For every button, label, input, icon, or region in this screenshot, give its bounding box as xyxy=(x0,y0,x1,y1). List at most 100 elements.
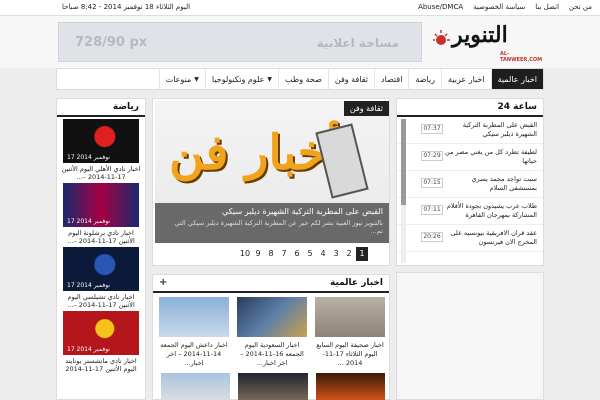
sports-date: 17 نوفمبر 2014 xyxy=(67,346,110,353)
news-time: 07:11 xyxy=(421,205,443,215)
sports-date: 17 نوفمبر 2014 xyxy=(67,282,110,289)
list-item[interactable]: 07:29 لطيفة تطرد كل من يغني مصر من حياته… xyxy=(397,144,543,171)
news-thumbnail[interactable] xyxy=(315,297,385,337)
news-title[interactable]: طلاب عرب يشيدون بجودة الأفلام المشاركة ب… xyxy=(445,202,537,220)
world-news-cards-row2 xyxy=(161,373,385,400)
main-nav: اخبار عالمية اخبار عربية رياضة اقتصاد ثق… xyxy=(56,68,544,90)
news-title[interactable]: لطيفة تطرد كل من يغني مصر من حياتها xyxy=(445,148,537,166)
slide-caption: القبض على المطربة التركية الشهيرة ديلبر … xyxy=(155,203,389,243)
page-5[interactable]: 5 xyxy=(304,247,316,261)
logo-text: التنوير xyxy=(452,22,508,48)
list-item[interactable]: 07:37 القبض على المطربة التركية الشهيرة … xyxy=(397,117,543,144)
news-time: 07:37 xyxy=(421,124,443,134)
sports-header: رياضة xyxy=(57,99,145,117)
chevron-down-icon: ▼ xyxy=(194,75,199,83)
dmca-link[interactable]: Abuse/DMCA xyxy=(418,3,463,11)
page-4[interactable]: 4 xyxy=(317,247,329,261)
nav-item-science-label: علوم وتكنولوجيا xyxy=(211,74,265,84)
news-title[interactable]: القبض على المطربة التركية الشهيرة ديلبر … xyxy=(445,121,537,139)
ad-label: مساحة اعلانية xyxy=(316,36,399,50)
news-thumbnail[interactable] xyxy=(237,297,307,337)
news-title[interactable]: عقد قران الافريقية بيونسيه على المخرج ال… xyxy=(445,229,538,247)
news-card[interactable]: اخبار السعودية اليوم الجمعه 16-11-2014 –… xyxy=(237,297,307,368)
sports-item[interactable]: 17 نوفمبر 2014 اخبار نادي الأهلي اليوم ا… xyxy=(61,119,141,181)
ad-banner[interactable]: 728/90 px مساحة اعلانية xyxy=(58,22,422,62)
nav-item-arab[interactable]: اخبار عربية xyxy=(441,69,491,89)
sports-date: 17 نوفمبر 2014 xyxy=(67,154,110,161)
world-news-cards: اخبار صحيفة اليوم السابع اليوم الثلاثاء … xyxy=(159,297,385,368)
latest-news-header: 24 ساعة xyxy=(397,99,543,117)
nav-item-misc-label: منوعات xyxy=(165,74,192,84)
latest-news-title: 24 ساعة xyxy=(497,102,537,112)
sports-item-title[interactable]: اخبار نادي الأهلي اليوم الأثنين 17-11-20… xyxy=(61,165,141,181)
nav-item-culture[interactable]: ثقافة وفن xyxy=(327,69,374,89)
newspaper-icon xyxy=(315,123,369,199)
list-item[interactable]: 07:11 طلاب عرب يشيدون بجودة الأفلام المش… xyxy=(397,198,543,225)
world-news-header: اخبار عالمية + xyxy=(153,275,389,293)
page-10[interactable]: 10 xyxy=(239,247,251,261)
news-time: 07:29 xyxy=(421,151,443,161)
contact-link[interactable]: اتصل بنا xyxy=(535,3,559,11)
list-item[interactable]: 20:26 عقد قران الافريقية بيونسيه على الم… xyxy=(397,225,543,252)
world-news-title: اخبار عالمية xyxy=(329,278,383,288)
news-card-title[interactable]: اخبار السعودية اليوم الجمعه 16-11-2014 –… xyxy=(237,341,307,368)
news-scrollbar[interactable] xyxy=(401,119,406,263)
plus-icon[interactable]: + xyxy=(159,277,167,288)
chelsea-logo-image[interactable]: 17 نوفمبر 2014 xyxy=(63,247,139,291)
slider-pagination: 1 2 3 4 5 6 7 8 9 10 xyxy=(239,247,368,261)
sports-item[interactable]: 17 نوفمبر 2014 اخبار نادي برشلونة اليوم … xyxy=(61,183,141,245)
sports-item[interactable]: 17 نوفمبر 2014 اخبار نادي مانشستر يونايت… xyxy=(61,311,141,373)
news-thumbnail[interactable] xyxy=(161,373,231,400)
page-1[interactable]: 1 xyxy=(356,247,368,261)
top-links: من نحن اتصل بنا سياسة الخصوصية Abuse/DMC… xyxy=(418,3,592,11)
news-title[interactable]: سبت تواجد محمد يسري بمستشفى السلام xyxy=(445,175,537,193)
world-news-panel: اخبار عالمية + اخبار صحيفة اليوم السابع … xyxy=(152,274,390,400)
top-bar: اليوم الثلاثاء 18 نوفمبر 2014 - 8:42 صبا… xyxy=(0,0,600,16)
page-8[interactable]: 8 xyxy=(265,247,277,261)
news-thumbnail[interactable] xyxy=(159,297,229,337)
nav-item-misc[interactable]: منوعات ▼ xyxy=(158,69,205,89)
site-logo[interactable]: التنوير AL-TANWEER.COM xyxy=(430,22,543,64)
sports-title: رياضة xyxy=(112,102,139,112)
nav-item-health[interactable]: صحة وطب xyxy=(278,69,328,89)
chevron-down-icon: ▼ xyxy=(267,75,272,83)
page-3[interactable]: 3 xyxy=(330,247,342,261)
sports-date: 17 نوفمبر 2014 xyxy=(67,218,110,225)
slide-excerpt: بالتنوير نيوز العبية نشر لكم خبر عن المط… xyxy=(174,219,383,235)
sports-item-title[interactable]: اخبار نادي تشيلسي اليوم الأثنين 17-11-20… xyxy=(61,293,141,309)
scrollbar-thumb[interactable] xyxy=(401,119,406,205)
news-thumbnail[interactable] xyxy=(238,373,308,400)
news-time: 20:26 xyxy=(421,232,443,242)
news-card[interactable]: اخبار صحيفة اليوم السابع اليوم الثلاثاء … xyxy=(315,297,385,368)
slide-headline[interactable]: القبض على المطربة التركية الشهيرة ديلبر … xyxy=(161,207,383,216)
logo-domain: AL-TANWEER.COM xyxy=(500,51,543,63)
barcelona-logo-image[interactable]: 17 نوفمبر 2014 xyxy=(63,183,139,227)
nav-item-science[interactable]: علوم وتكنولوجيا ▼ xyxy=(204,69,278,89)
man-united-logo-image[interactable]: 17 نوفمبر 2014 xyxy=(63,311,139,355)
news-card-title[interactable]: اخبار داعش اليوم الجمعه 14-11-2014 – اخر… xyxy=(159,341,229,368)
sports-item-title[interactable]: اخبار نادي برشلونة اليوم الأثنين 17-11-2… xyxy=(61,229,141,245)
nav-item-economy[interactable]: اقتصاد xyxy=(374,69,408,89)
nav-item-sports[interactable]: رياضة xyxy=(408,69,441,89)
privacy-link[interactable]: سياسة الخصوصية xyxy=(473,3,525,11)
slide-category[interactable]: ثقافة وفن xyxy=(343,101,389,116)
al-ahly-logo-image[interactable]: 17 نوفمبر 2014 xyxy=(63,119,139,163)
news-card[interactable]: اخبار داعش اليوم الجمعه 14-11-2014 – اخر… xyxy=(159,297,229,368)
site-header: 728/90 px مساحة اعلانية التنوير AL-TANWE… xyxy=(0,16,600,68)
current-date: اليوم الثلاثاء 18 نوفمبر 2014 - 8:42 صبا… xyxy=(62,3,191,11)
sports-item-title[interactable]: اخبار نادي مانشستر يونايتد اليوم الأثنين… xyxy=(61,357,141,373)
news-thumbnail[interactable] xyxy=(315,373,385,400)
page-7[interactable]: 7 xyxy=(278,247,290,261)
latest-news-list: 07:37 القبض على المطربة التركية الشهيرة … xyxy=(397,117,543,265)
nav-item-world[interactable]: اخبار عالمية xyxy=(490,69,543,89)
list-item[interactable]: 07:15 سبت تواجد محمد يسري بمستشفى السلام xyxy=(397,171,543,198)
page-9[interactable]: 9 xyxy=(252,247,264,261)
logo-sun-icon xyxy=(433,30,450,45)
latest-news-panel: 24 ساعة 07:37 القبض على المطربة التركية … xyxy=(396,98,544,266)
page-6[interactable]: 6 xyxy=(291,247,303,261)
slide-image[interactable]: أخبار فن ثقافة وفن القبض على المطربة الت… xyxy=(155,101,389,243)
news-card-title[interactable]: اخبار صحيفة اليوم السابع اليوم الثلاثاء … xyxy=(315,341,385,368)
about-link[interactable]: من نحن xyxy=(569,3,592,11)
sports-item[interactable]: 17 نوفمبر 2014 اخبار نادي تشيلسي اليوم ا… xyxy=(61,247,141,309)
page-2[interactable]: 2 xyxy=(343,247,355,261)
